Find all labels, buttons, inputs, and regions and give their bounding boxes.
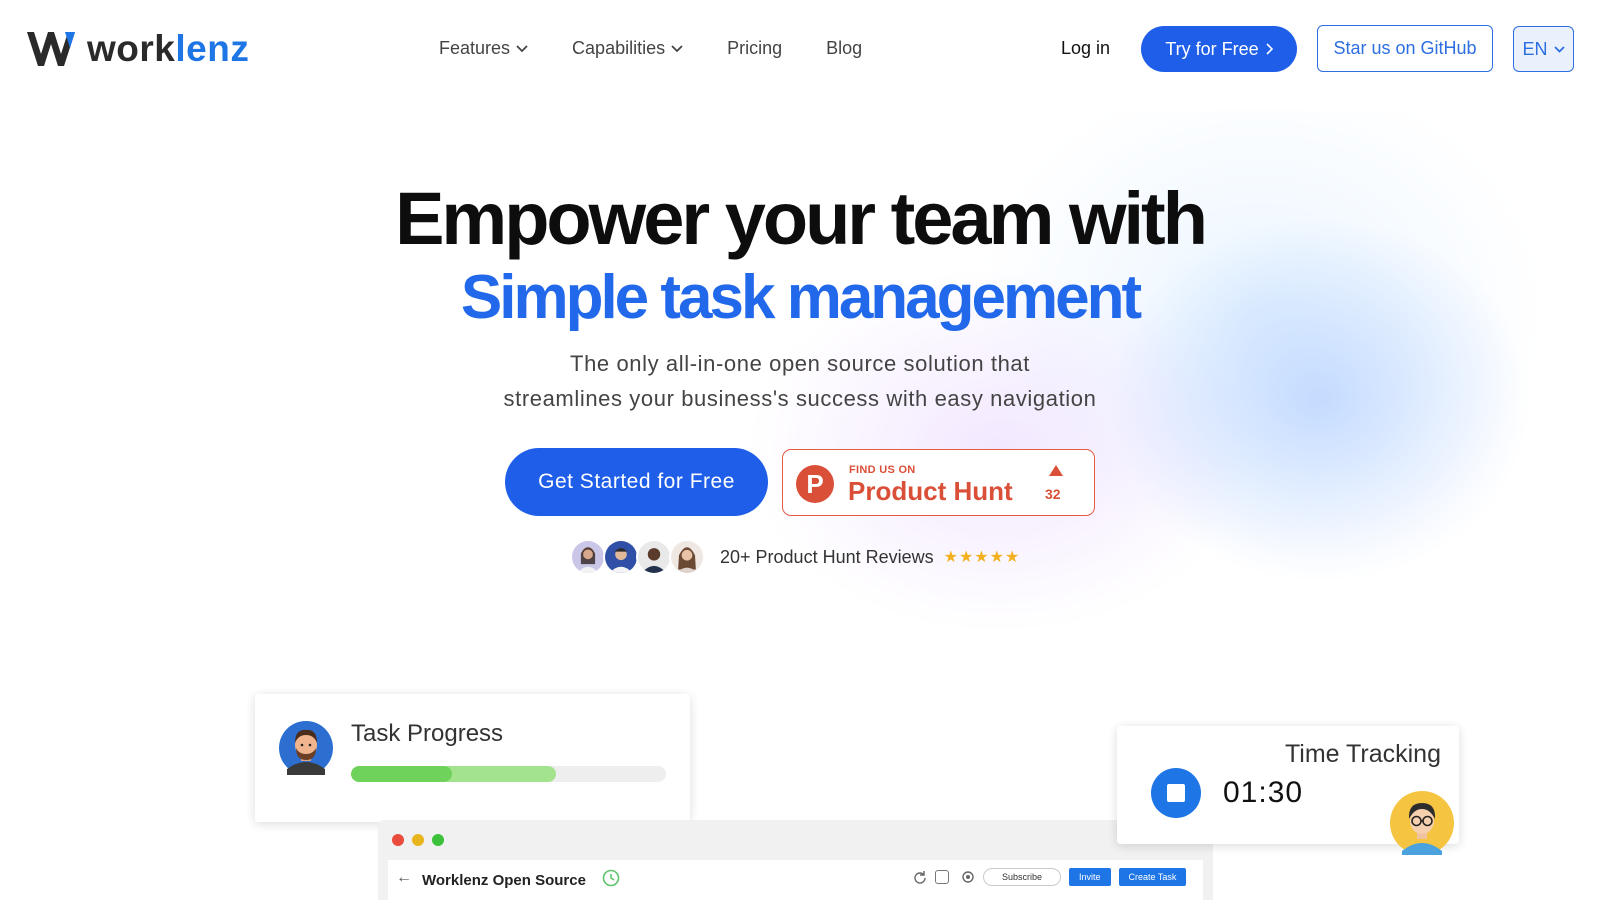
user-avatar xyxy=(1390,791,1454,855)
top-nav: worklenz Features Capabilities Pricing B… xyxy=(0,0,1600,98)
upvote-arrow-icon xyxy=(1049,465,1063,476)
product-hunt-title: Product Hunt xyxy=(848,476,1013,506)
hero-subtitle-line1: The only all-in-one open source solution… xyxy=(570,351,1030,376)
reviewer-avatars xyxy=(570,539,705,575)
progress-bar xyxy=(351,766,666,782)
try-free-label: Try for Free xyxy=(1165,38,1259,59)
hero-headline: Empower your team with xyxy=(395,177,1208,260)
time-tracking-title: Time Tracking xyxy=(1284,740,1441,768)
hero-subtitle: The only all-in-one open source solution… xyxy=(0,346,1600,416)
menu-pricing[interactable]: Pricing xyxy=(727,38,782,59)
window-minimize-dot xyxy=(412,834,424,846)
create-task-button[interactable]: Create Task xyxy=(1118,868,1187,886)
reviewer-avatar xyxy=(603,539,639,575)
app-preview-window: ← Worklenz Open Source Subscribe Invite … xyxy=(378,820,1213,900)
github-star-button[interactable]: Star us on GitHub xyxy=(1317,25,1493,72)
window-close-dot xyxy=(392,834,404,846)
user-avatar xyxy=(279,721,333,775)
product-hunt-small-text: FIND US ON xyxy=(849,464,916,476)
chevron-down-icon xyxy=(1553,45,1565,53)
reviewer-avatar xyxy=(570,539,606,575)
save-icon[interactable] xyxy=(935,870,949,884)
reviewer-avatar xyxy=(669,539,705,575)
menu-capabilities[interactable]: Capabilities xyxy=(572,38,683,59)
invite-button[interactable]: Invite xyxy=(1069,868,1111,886)
menu-features-label: Features xyxy=(439,38,511,58)
worklenz-logo-icon xyxy=(27,32,75,66)
menu-features[interactable]: Features xyxy=(439,38,528,59)
task-progress-title: Task Progress xyxy=(351,720,504,747)
menu-blog-label: Blog xyxy=(826,38,863,58)
stop-icon xyxy=(1167,784,1185,802)
language-value: EN xyxy=(1522,38,1548,59)
progress-bar-primary xyxy=(351,766,452,782)
refresh-icon[interactable] xyxy=(913,870,927,884)
chevron-down-icon xyxy=(671,44,683,52)
app-header-bar: ← Worklenz Open Source Subscribe Invite … xyxy=(388,860,1203,900)
chevron-right-icon xyxy=(1266,43,1273,55)
product-hunt-logo-icon: P xyxy=(796,465,834,503)
chevron-down-icon xyxy=(516,44,528,52)
try-free-button[interactable]: Try for Free xyxy=(1141,26,1297,72)
hero-headline-accent: Simple task management xyxy=(460,263,1142,332)
brand-logo[interactable]: worklenz xyxy=(25,28,249,70)
product-hunt-badge[interactable]: P FIND US ON Product Hunt 32 xyxy=(782,449,1095,516)
login-link[interactable]: Log in xyxy=(1061,38,1110,59)
app-toolbar: Subscribe Invite Create Task xyxy=(913,868,1187,886)
brand-name-part2: lenz xyxy=(175,28,250,69)
rating-stars: ★★★★★ xyxy=(943,549,1021,566)
brand-name: worklenz xyxy=(87,28,249,70)
reviewer-avatar xyxy=(636,539,672,575)
language-select[interactable]: EN xyxy=(1513,26,1574,72)
project-title: Worklenz Open Source xyxy=(422,872,586,889)
get-started-button[interactable]: Get Started for Free xyxy=(505,448,768,516)
subscribe-button[interactable]: Subscribe xyxy=(983,868,1062,886)
settings-icon[interactable] xyxy=(961,870,975,884)
menu-capabilities-label: Capabilities xyxy=(572,38,666,58)
menu-blog[interactable]: Blog xyxy=(826,38,862,59)
timer-value: 01:30 xyxy=(1223,776,1304,809)
main-menu: Features Capabilities Pricing Blog xyxy=(439,38,906,59)
product-hunt-votes: 32 xyxy=(1045,486,1061,502)
back-arrow-icon[interactable]: ← xyxy=(396,869,412,887)
stop-timer-button[interactable] xyxy=(1151,768,1201,818)
reviews-row: 20+ Product Hunt Reviews ★★★★★ xyxy=(570,538,1020,576)
reviews-text: 20+ Product Hunt Reviews xyxy=(720,546,934,567)
brand-name-part1: work xyxy=(87,28,176,69)
task-progress-card: Task Progress xyxy=(255,694,690,822)
clock-icon xyxy=(602,869,620,887)
menu-pricing-label: Pricing xyxy=(727,38,783,58)
window-maximize-dot xyxy=(432,834,444,846)
hero-subtitle-line2: streamlines your business's success with… xyxy=(503,386,1097,411)
